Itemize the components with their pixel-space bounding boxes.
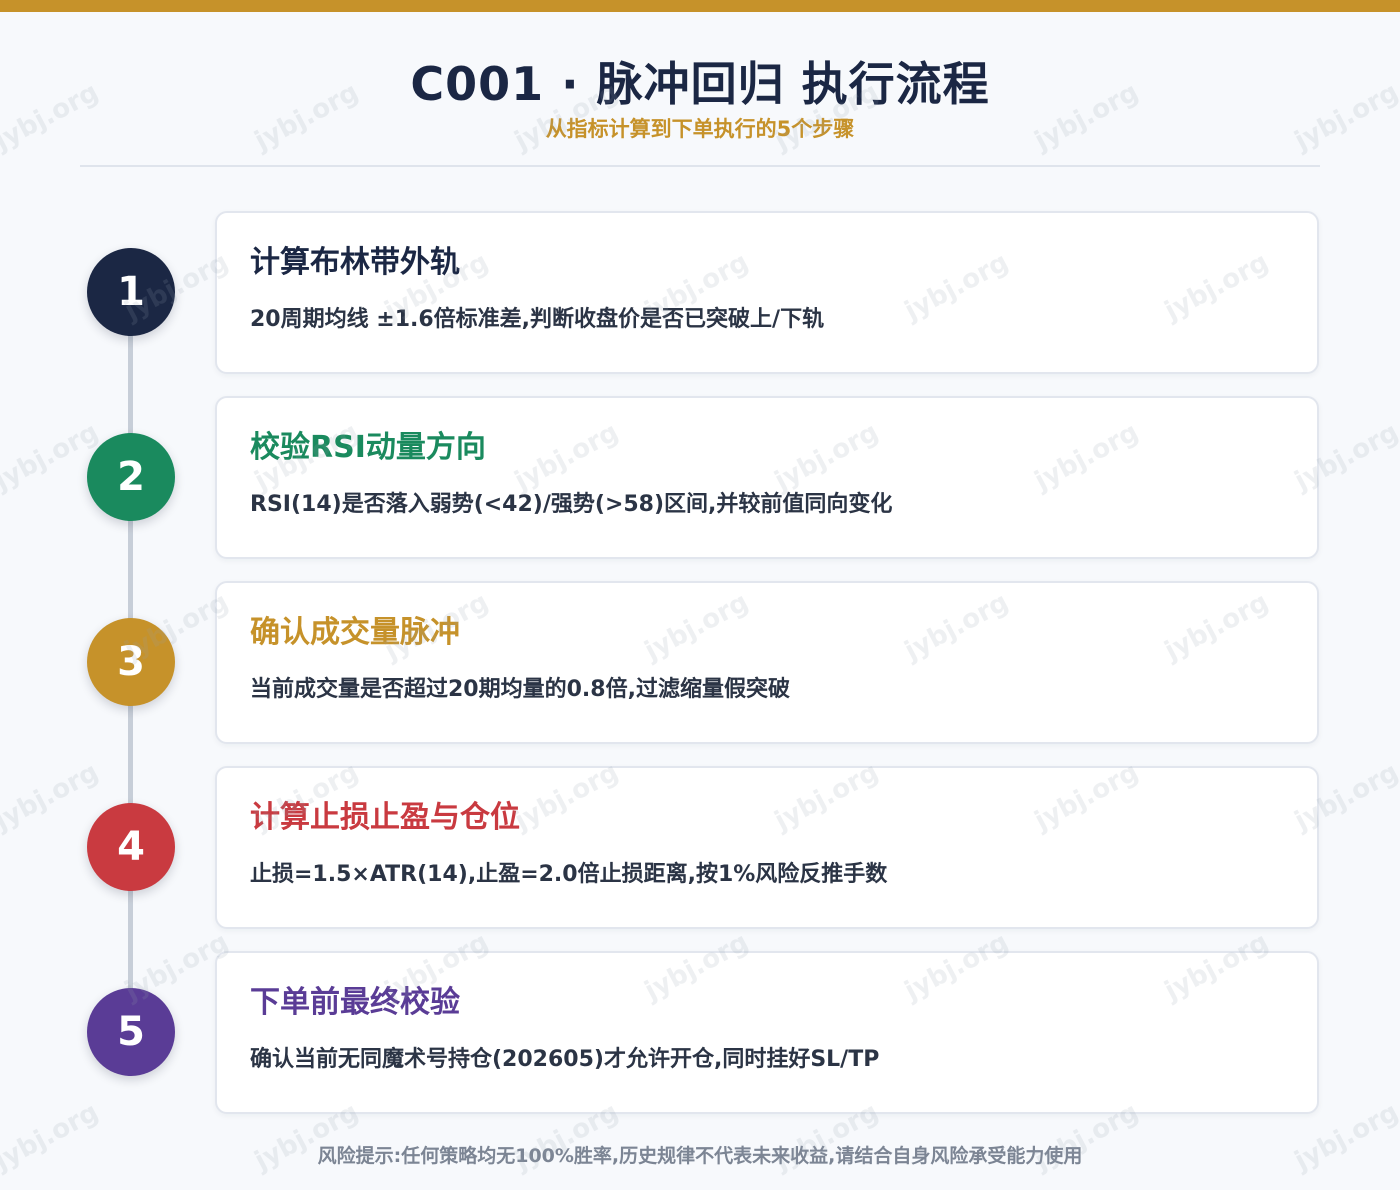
step-card: 下单前最终校验 确认当前无同魔术号持仓(202605)才允许开仓,同时挂好SL/… (215, 951, 1319, 1114)
step-description: RSI(14)是否落入弱势(<42)/强势(>58)区间,并较前值同向变化 (250, 492, 893, 517)
top-accent-bar (0, 0, 1400, 12)
step-number-badge: 5 (87, 988, 175, 1076)
step-description: 20周期均线 ±1.6倍标准差,判断收盘价是否已突破上/下轨 (250, 307, 825, 332)
step-description: 止损=1.5×ATR(14),止盈=2.0倍止损距离,按1%风险反推手数 (250, 862, 888, 887)
step-number-badge: 1 (87, 248, 175, 336)
header-divider (80, 165, 1320, 167)
step-card: 计算布林带外轨 20周期均线 ±1.6倍标准差,判断收盘价是否已突破上/下轨 (215, 211, 1319, 374)
step-card: 确认成交量脉冲 当前成交量是否超过20期均量的0.8倍,过滤缩量假突破 (215, 581, 1319, 744)
step-title: 校验RSI动量方向 (250, 430, 486, 465)
step-title: 计算布林带外轨 (250, 245, 460, 280)
step-card: 计算止损止盈与仓位 止损=1.5×ATR(14),止盈=2.0倍止损距离,按1%… (215, 766, 1319, 929)
step-card: 校验RSI动量方向 RSI(14)是否落入弱势(<42)/强势(>58)区间,并… (215, 396, 1319, 559)
step-title: 确认成交量脉冲 (250, 615, 460, 650)
header: C001 · 脉冲回归 执行流程 从指标计算到下单执行的5个步骤 (0, 52, 1400, 144)
step-description: 当前成交量是否超过20期均量的0.8倍,过滤缩量假突破 (250, 677, 790, 702)
page-title: C001 · 脉冲回归 执行流程 (410, 57, 990, 111)
step-number-badge: 4 (87, 803, 175, 891)
step-title: 下单前最终校验 (250, 985, 460, 1020)
step-number-badge: 3 (87, 618, 175, 706)
step-description: 确认当前无同魔术号持仓(202605)才允许开仓,同时挂好SL/TP (250, 1047, 880, 1072)
risk-disclaimer: 风险提示:任何策略均无100%胜率,历史规律不代表未来收益,请结合自身风险承受能… (317, 1145, 1083, 1167)
watermark-text: jybj.org (0, 757, 104, 837)
page-subtitle: 从指标计算到下单执行的5个步骤 (545, 117, 855, 141)
step-number-badge: 2 (87, 433, 175, 521)
step-title: 计算止损止盈与仓位 (250, 800, 520, 835)
